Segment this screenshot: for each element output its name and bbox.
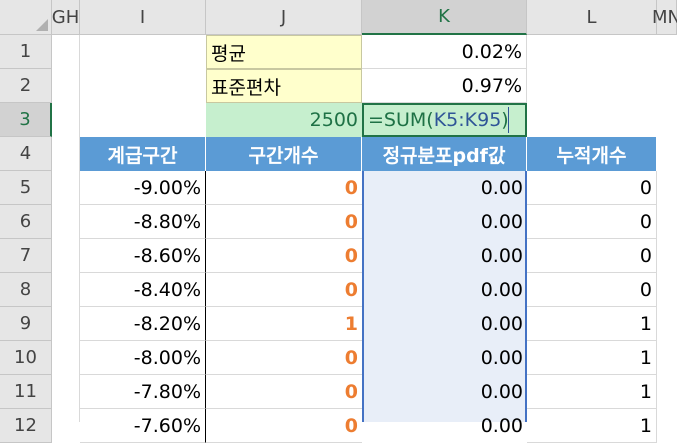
formula-prefix: =SUM(: [368, 109, 434, 131]
pdf-cell[interactable]: 0.00: [362, 307, 527, 341]
cumulative-cell[interactable]: 0: [527, 205, 657, 239]
header-bin[interactable]: 계급구간: [80, 137, 206, 171]
count-cell[interactable]: 0: [206, 239, 362, 273]
count-cell[interactable]: 0: [206, 341, 362, 375]
cumulative-cell[interactable]: 1: [527, 341, 657, 375]
bin-cell[interactable]: -7.60%: [80, 409, 206, 443]
column-header-gh[interactable]: GH: [52, 0, 80, 35]
row-header-3[interactable]: 3: [0, 103, 52, 137]
std-label-cell[interactable]: 표준편차: [206, 69, 362, 103]
header-pdf[interactable]: 정규분포pdf값: [362, 137, 527, 171]
row-header-1[interactable]: 1: [0, 35, 52, 69]
pdf-cell[interactable]: 0.00: [362, 341, 527, 375]
row-header-7[interactable]: 7: [0, 239, 52, 273]
cumulative-cell[interactable]: 1: [527, 375, 657, 409]
count-cell[interactable]: 0: [206, 205, 362, 239]
bin-cell[interactable]: -8.20%: [80, 307, 206, 341]
mean-value-cell[interactable]: 0.02%: [362, 35, 527, 69]
text-cursor: [508, 107, 509, 133]
row-header-12[interactable]: 12: [0, 409, 52, 443]
count-cell[interactable]: 0: [206, 375, 362, 409]
bin-cell[interactable]: -7.80%: [80, 375, 206, 409]
pdf-cell[interactable]: 0.00: [362, 239, 527, 273]
total-count-cell[interactable]: 2500: [206, 103, 362, 137]
pdf-cell[interactable]: 0.00: [362, 375, 527, 409]
count-cell[interactable]: 1: [206, 307, 362, 341]
bin-cell[interactable]: -9.00%: [80, 171, 206, 205]
header-count[interactable]: 구간개수: [206, 137, 362, 171]
count-cell[interactable]: 0: [206, 409, 362, 443]
row-header-5[interactable]: 5: [0, 171, 52, 205]
row-header-11[interactable]: 11: [0, 375, 52, 409]
count-cell[interactable]: 0: [206, 273, 362, 307]
pdf-cell[interactable]: 0.00: [362, 205, 527, 239]
count-cell[interactable]: 0: [206, 171, 362, 205]
column-header-mn[interactable]: MN: [652, 0, 677, 35]
cumulative-cell[interactable]: 1: [527, 307, 657, 341]
column-header-k[interactable]: K: [362, 0, 527, 35]
header-cumulative[interactable]: 누적개수: [527, 137, 657, 171]
select-all-corner[interactable]: [0, 0, 52, 35]
cumulative-cell[interactable]: 0: [527, 273, 657, 307]
bin-cell[interactable]: -8.80%: [80, 205, 206, 239]
std-value-cell[interactable]: 0.97%: [362, 69, 527, 103]
row-header-9[interactable]: 9: [0, 307, 52, 341]
bin-cell[interactable]: -8.40%: [80, 273, 206, 307]
pdf-cell[interactable]: 0.00: [362, 273, 527, 307]
pdf-cell[interactable]: 0.00: [362, 409, 527, 443]
cumulative-cell[interactable]: 1: [527, 409, 657, 443]
row-header-6[interactable]: 6: [0, 205, 52, 239]
cumulative-cell[interactable]: 0: [527, 171, 657, 205]
cumulative-cell[interactable]: 0: [527, 239, 657, 273]
bin-cell[interactable]: -8.00%: [80, 341, 206, 375]
column-header-i[interactable]: I: [80, 0, 206, 35]
column-header-j[interactable]: J: [206, 0, 362, 35]
bin-cell[interactable]: -8.60%: [80, 239, 206, 273]
row-header-8[interactable]: 8: [0, 273, 52, 307]
active-formula-cell[interactable]: =SUM(K5:K95): [362, 103, 527, 137]
column-header-l[interactable]: L: [527, 0, 657, 35]
pdf-cell[interactable]: 0.00: [362, 171, 527, 205]
formula-range-ref: K5:K95: [433, 109, 502, 131]
row-header-2[interactable]: 2: [0, 69, 52, 103]
row-header-4[interactable]: 4: [0, 137, 52, 171]
row-header-10[interactable]: 10: [0, 341, 52, 375]
gh-column-strip: [52, 35, 80, 422]
mean-label-cell[interactable]: 평균: [206, 35, 362, 69]
